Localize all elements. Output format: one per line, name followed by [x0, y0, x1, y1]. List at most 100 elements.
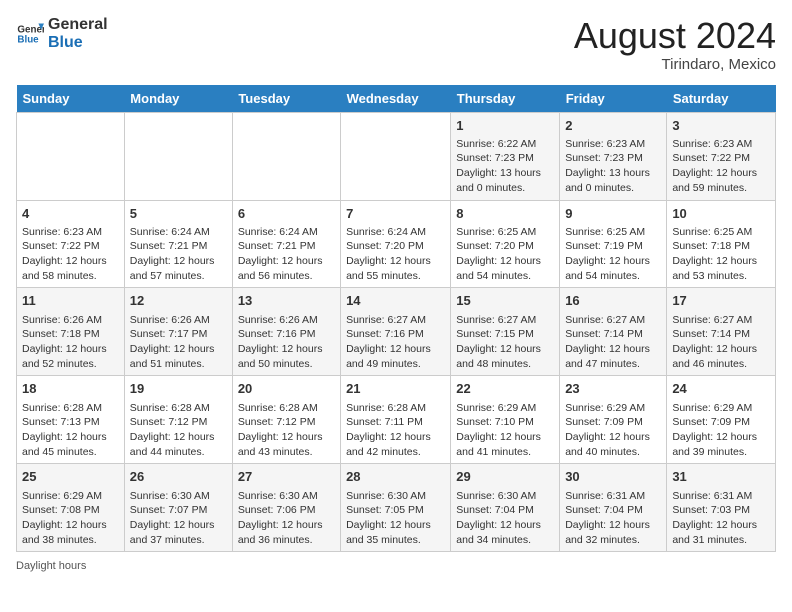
- day-number: 6: [238, 205, 335, 223]
- day-info: Sunrise: 6:31 AM Sunset: 7:04 PM Dayligh…: [565, 489, 661, 548]
- footer: Daylight hours: [16, 560, 776, 572]
- day-number: 27: [238, 468, 335, 486]
- day-info: Sunrise: 6:28 AM Sunset: 7:13 PM Dayligh…: [22, 401, 119, 460]
- day-info: Sunrise: 6:28 AM Sunset: 7:12 PM Dayligh…: [238, 401, 335, 460]
- calendar-cell: 8Sunrise: 6:25 AM Sunset: 7:20 PM Daylig…: [451, 200, 560, 288]
- day-number: 31: [672, 468, 770, 486]
- day-number: 14: [346, 292, 445, 310]
- day-number: 15: [456, 292, 554, 310]
- calendar-cell: 30 Sunrise: 6:31 AM Sunset: 7:04 PM Dayli…: [560, 464, 667, 552]
- day-header-saturday: Saturday: [667, 85, 776, 113]
- day-number: 18: [22, 380, 119, 398]
- day-info: Sunrise: 6:27 AM Sunset: 7:15 PM Dayligh…: [456, 313, 554, 372]
- calendar-cell: 24 Sunrise: 6:29 AM Sunset: 7:09 PM Dayli…: [667, 376, 776, 464]
- calendar-cell: 5Sunrise: 6:24 AM Sunset: 7:21 PM Daylig…: [124, 200, 232, 288]
- calendar-cell: 21 Sunrise: 6:28 AM Sunset: 7:11 PM Dayli…: [341, 376, 451, 464]
- day-header-tuesday: Tuesday: [232, 85, 340, 113]
- day-info: Sunrise: 6:27 AM Sunset: 7:16 PM Dayligh…: [346, 313, 445, 372]
- calendar-cell: [341, 112, 451, 200]
- day-number: 22: [456, 380, 554, 398]
- week-row-2: 4 Sunrise: 6:23 AM Sunset: 7:22 PM Daylig…: [17, 200, 776, 288]
- day-info: Sunrise: 6:27 AM Sunset: 7:14 PM Dayligh…: [672, 313, 770, 372]
- calendar-cell: 2Sunrise: 6:23 AM Sunset: 7:23 PM Daylig…: [560, 112, 667, 200]
- calendar-cell: 25Sunrise: 6:29 AM Sunset: 7:08 PM Dayli…: [17, 464, 125, 552]
- day-number: 8: [456, 205, 554, 223]
- calendar-table: SundayMondayTuesdayWednesdayThursdayFrid…: [16, 85, 776, 553]
- day-info: Sunrise: 6:24 AM Sunset: 7:21 PM Dayligh…: [130, 225, 227, 284]
- day-info: Sunrise: 6:26 AM Sunset: 7:17 PM Dayligh…: [130, 313, 227, 372]
- day-number: 9: [565, 205, 661, 223]
- day-info: Sunrise: 6:30 AM Sunset: 7:04 PM Dayligh…: [456, 489, 554, 548]
- calendar-cell: [232, 112, 340, 200]
- calendar-cell: 9 Sunrise: 6:25 AM Sunset: 7:19 PM Daylig…: [560, 200, 667, 288]
- calendar-cell: 11 Sunrise: 6:26 AM Sunset: 7:18 PM Dayli…: [17, 288, 125, 376]
- calendar-cell: 26Sunrise: 6:30 AM Sunset: 7:07 PM Dayli…: [124, 464, 232, 552]
- day-number: 3: [672, 117, 770, 135]
- day-info: Sunrise: 6:30 AM Sunset: 7:07 PM Dayligh…: [130, 489, 227, 548]
- day-info: Sunrise: 6:29 AM Sunset: 7:08 PM Dayligh…: [22, 489, 119, 548]
- calendar-cell: 14 Sunrise: 6:27 AM Sunset: 7:16 PM Dayli…: [341, 288, 451, 376]
- day-info: Sunrise: 6:25 AM Sunset: 7:18 PM Dayligh…: [672, 225, 770, 284]
- day-info: Sunrise: 6:22 AM Sunset: 7:23 PM Dayligh…: [456, 137, 554, 196]
- day-info: Sunrise: 6:24 AM Sunset: 7:20 PM Dayligh…: [346, 225, 445, 284]
- day-number: 19: [130, 380, 227, 398]
- day-info: Sunrise: 6:27 AM Sunset: 7:14 PM Dayligh…: [565, 313, 661, 372]
- calendar-cell: 27Sunrise: 6:30 AM Sunset: 7:06 PM Dayli…: [232, 464, 340, 552]
- calendar-cell: 7Sunrise: 6:24 AM Sunset: 7:20 PM Daylig…: [341, 200, 451, 288]
- day-header-monday: Monday: [124, 85, 232, 113]
- day-info: Sunrise: 6:26 AM Sunset: 7:16 PM Dayligh…: [238, 313, 335, 372]
- logo: General Blue General Blue: [16, 16, 108, 51]
- logo-blue: Blue: [48, 34, 108, 52]
- day-info: Sunrise: 6:23 AM Sunset: 7:22 PM Dayligh…: [22, 225, 119, 284]
- week-row-5: 25Sunrise: 6:29 AM Sunset: 7:08 PM Dayli…: [17, 464, 776, 552]
- calendar-cell: 10 Sunrise: 6:25 AM Sunset: 7:18 PM Dayli…: [667, 200, 776, 288]
- day-number: 16: [565, 292, 661, 310]
- day-header-friday: Friday: [560, 85, 667, 113]
- calendar-cell: 29 Sunrise: 6:30 AM Sunset: 7:04 PM Dayli…: [451, 464, 560, 552]
- day-info: Sunrise: 6:23 AM Sunset: 7:22 PM Dayligh…: [672, 137, 770, 196]
- day-number: 30: [565, 468, 661, 486]
- day-info: Sunrise: 6:28 AM Sunset: 7:11 PM Dayligh…: [346, 401, 445, 460]
- calendar-cell: 4 Sunrise: 6:23 AM Sunset: 7:22 PM Daylig…: [17, 200, 125, 288]
- day-number: 4: [22, 205, 119, 223]
- logo-general: General: [48, 16, 108, 33]
- day-number: 11: [22, 292, 119, 310]
- day-info: Sunrise: 6:25 AM Sunset: 7:19 PM Dayligh…: [565, 225, 661, 284]
- day-header-sunday: Sunday: [17, 85, 125, 113]
- day-number: 1: [456, 117, 554, 135]
- calendar-cell: 18 Sunrise: 6:28 AM Sunset: 7:13 PM Dayli…: [17, 376, 125, 464]
- calendar-cell: [124, 112, 232, 200]
- day-info: Sunrise: 6:26 AM Sunset: 7:18 PM Dayligh…: [22, 313, 119, 372]
- calendar-cell: 19 Sunrise: 6:28 AM Sunset: 7:12 PM Dayli…: [124, 376, 232, 464]
- calendar-cell: 17 Sunrise: 6:27 AM Sunset: 7:14 PM Dayli…: [667, 288, 776, 376]
- week-row-4: 18 Sunrise: 6:28 AM Sunset: 7:13 PM Dayli…: [17, 376, 776, 464]
- location: Tirindaro, Mexico: [574, 56, 776, 73]
- calendar-cell: 22 Sunrise: 6:29 AM Sunset: 7:10 PM Dayli…: [451, 376, 560, 464]
- day-number: 21: [346, 380, 445, 398]
- title-block: August 2024 Tirindaro, Mexico: [574, 16, 776, 73]
- day-info: Sunrise: 6:28 AM Sunset: 7:12 PM Dayligh…: [130, 401, 227, 460]
- calendar-cell: 16 Sunrise: 6:27 AM Sunset: 7:14 PM Dayli…: [560, 288, 667, 376]
- day-number: 24: [672, 380, 770, 398]
- day-header-thursday: Thursday: [451, 85, 560, 113]
- calendar-cell: 23Sunrise: 6:29 AM Sunset: 7:09 PM Dayli…: [560, 376, 667, 464]
- calendar-cell: 28Sunrise: 6:30 AM Sunset: 7:05 PM Dayli…: [341, 464, 451, 552]
- day-info: Sunrise: 6:29 AM Sunset: 7:09 PM Dayligh…: [672, 401, 770, 460]
- day-header-wednesday: Wednesday: [341, 85, 451, 113]
- day-number: 13: [238, 292, 335, 310]
- calendar-cell: 3 Sunrise: 6:23 AM Sunset: 7:22 PM Daylig…: [667, 112, 776, 200]
- page-header: General Blue General Blue August 2024 Ti…: [16, 16, 776, 73]
- day-number: 17: [672, 292, 770, 310]
- day-number: 29: [456, 468, 554, 486]
- calendar-cell: 6Sunrise: 6:24 AM Sunset: 7:21 PM Daylig…: [232, 200, 340, 288]
- day-number: 23: [565, 380, 661, 398]
- logo-icon: General Blue: [16, 20, 44, 48]
- calendar-cell: 1 Sunrise: 6:22 AM Sunset: 7:23 PM Daylig…: [451, 112, 560, 200]
- svg-text:Blue: Blue: [17, 34, 39, 45]
- day-number: 10: [672, 205, 770, 223]
- day-info: Sunrise: 6:29 AM Sunset: 7:10 PM Dayligh…: [456, 401, 554, 460]
- week-row-3: 11 Sunrise: 6:26 AM Sunset: 7:18 PM Dayli…: [17, 288, 776, 376]
- day-number: 20: [238, 380, 335, 398]
- daylight-label: Daylight hours: [16, 560, 86, 572]
- calendar-cell: [17, 112, 125, 200]
